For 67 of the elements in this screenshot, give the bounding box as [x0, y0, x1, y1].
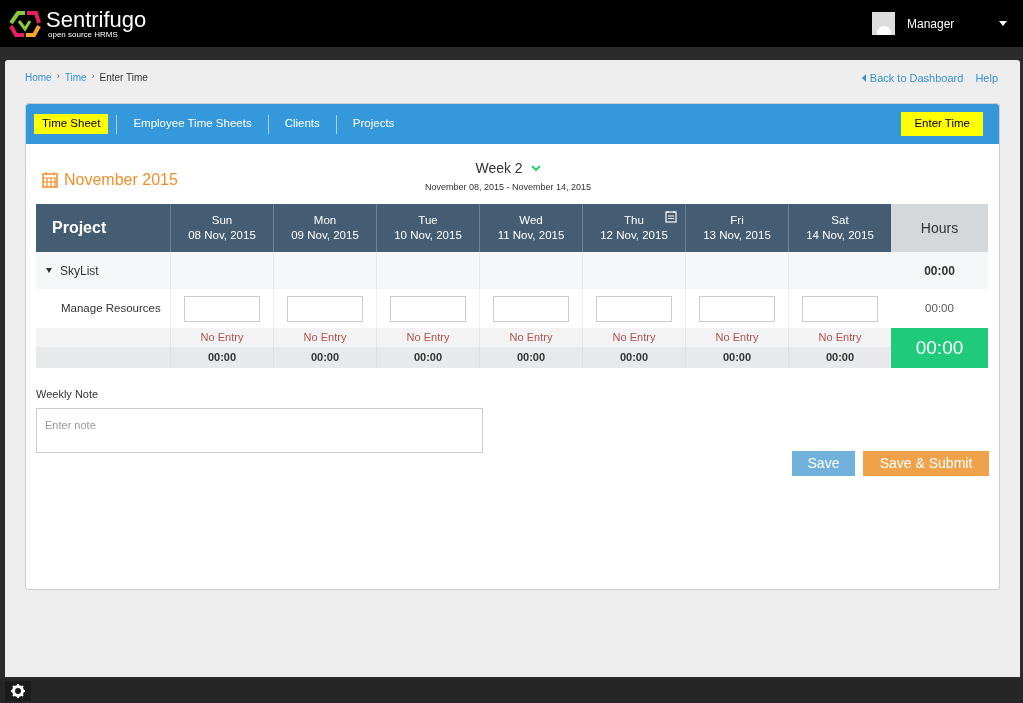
settings-button[interactable] — [5, 681, 31, 701]
task-hours: 00:00 — [924, 300, 955, 316]
enter-time-button[interactable]: Enter Time — [901, 112, 983, 136]
hours-input[interactable] — [493, 295, 569, 322]
day-status: No Entry — [788, 328, 891, 347]
save-submit-button[interactable]: Save & Submit — [863, 451, 989, 476]
project-row-cell[interactable]: SkyList — [36, 252, 170, 289]
day-total: 00:00 — [788, 347, 891, 368]
help-link[interactable]: Help — [975, 69, 998, 87]
tab[interactable]: Projects — [344, 114, 403, 134]
back-to-dashboard-link[interactable]: Back to Dashboard — [869, 69, 964, 87]
table-header: Mon 09 Nov, 2015 — [273, 204, 376, 252]
project-hours: 00:00 — [891, 252, 988, 289]
weekly-note-label: Weekly Note — [36, 388, 99, 400]
day-status: No Entry — [685, 328, 788, 347]
hours-input[interactable] — [596, 295, 672, 322]
day-total: 00:00 — [685, 347, 788, 368]
week-range: November 08, 2015 - November 14, 2015 — [425, 181, 592, 194]
day-status: No Entry — [376, 328, 479, 347]
hours-input[interactable] — [802, 295, 878, 322]
table-header: Wed 11 Nov, 2015 — [479, 204, 582, 252]
caret-icon[interactable] — [46, 268, 52, 273]
tab[interactable]: Employee Time Sheets — [125, 114, 260, 134]
settings-icon[interactable] — [11, 684, 25, 698]
day-total: 00:00 — [273, 347, 376, 368]
tab[interactable]: Clients — [276, 114, 328, 134]
table-header: Hours — [891, 204, 988, 252]
brand-tagline: open source HRMS — [48, 30, 118, 39]
chevron-icon: › — [91, 70, 95, 84]
grand-total: 00:00 — [891, 328, 988, 368]
table-header: Sat 14 Nov, 2015 — [788, 204, 891, 252]
brand-name: Sentrifugo — [46, 8, 147, 31]
triangle-icon — [861, 74, 866, 82]
breadcrumb-link[interactable]: Time — [64, 69, 87, 85]
day-total: 00:00 — [479, 347, 582, 368]
hours-input[interactable] — [184, 295, 260, 322]
breadcrumb-current: Enter Time — [99, 70, 148, 85]
day-status: No Entry — [170, 328, 273, 347]
day-status: No Entry — [479, 328, 582, 347]
calendar-icon — [42, 172, 58, 188]
month-title: November 2015 — [64, 170, 178, 190]
day-status: No Entry — [582, 328, 685, 347]
chevron-down-icon[interactable] — [530, 165, 541, 172]
task-name: Manage Resources — [60, 300, 162, 316]
table-header: Sun 08 Nov, 2015 — [170, 204, 273, 252]
table-header: Project — [36, 204, 170, 252]
user-name[interactable]: Manager — [907, 14, 987, 33]
save-button[interactable]: Save — [792, 451, 855, 476]
hours-input[interactable] — [287, 295, 363, 322]
table-header: Tue 10 Nov, 2015 — [376, 204, 479, 252]
project-name: SkyList — [60, 262, 99, 280]
breadcrumb-link[interactable]: Home — [25, 69, 52, 85]
hours-input[interactable] — [390, 295, 466, 322]
note-icon[interactable] — [665, 210, 677, 223]
table-header: Fri 13 Nov, 2015 — [685, 204, 788, 252]
hours-input[interactable] — [699, 295, 775, 322]
week-label: Week 2 — [475, 159, 523, 178]
day-total: 00:00 — [170, 347, 273, 368]
table-header: Thu 12 Nov, 2015 — [582, 204, 685, 252]
tab[interactable]: Time Sheet — [34, 114, 109, 134]
day-total: 00:00 — [582, 347, 685, 368]
day-status: No Entry — [273, 328, 376, 347]
day-total: 00:00 — [376, 347, 479, 368]
chevron-icon: › — [56, 70, 60, 84]
logo-icon — [8, 8, 42, 39]
avatar-icon — [872, 12, 895, 35]
weekly-note-field[interactable]: Enter note — [36, 408, 483, 453]
